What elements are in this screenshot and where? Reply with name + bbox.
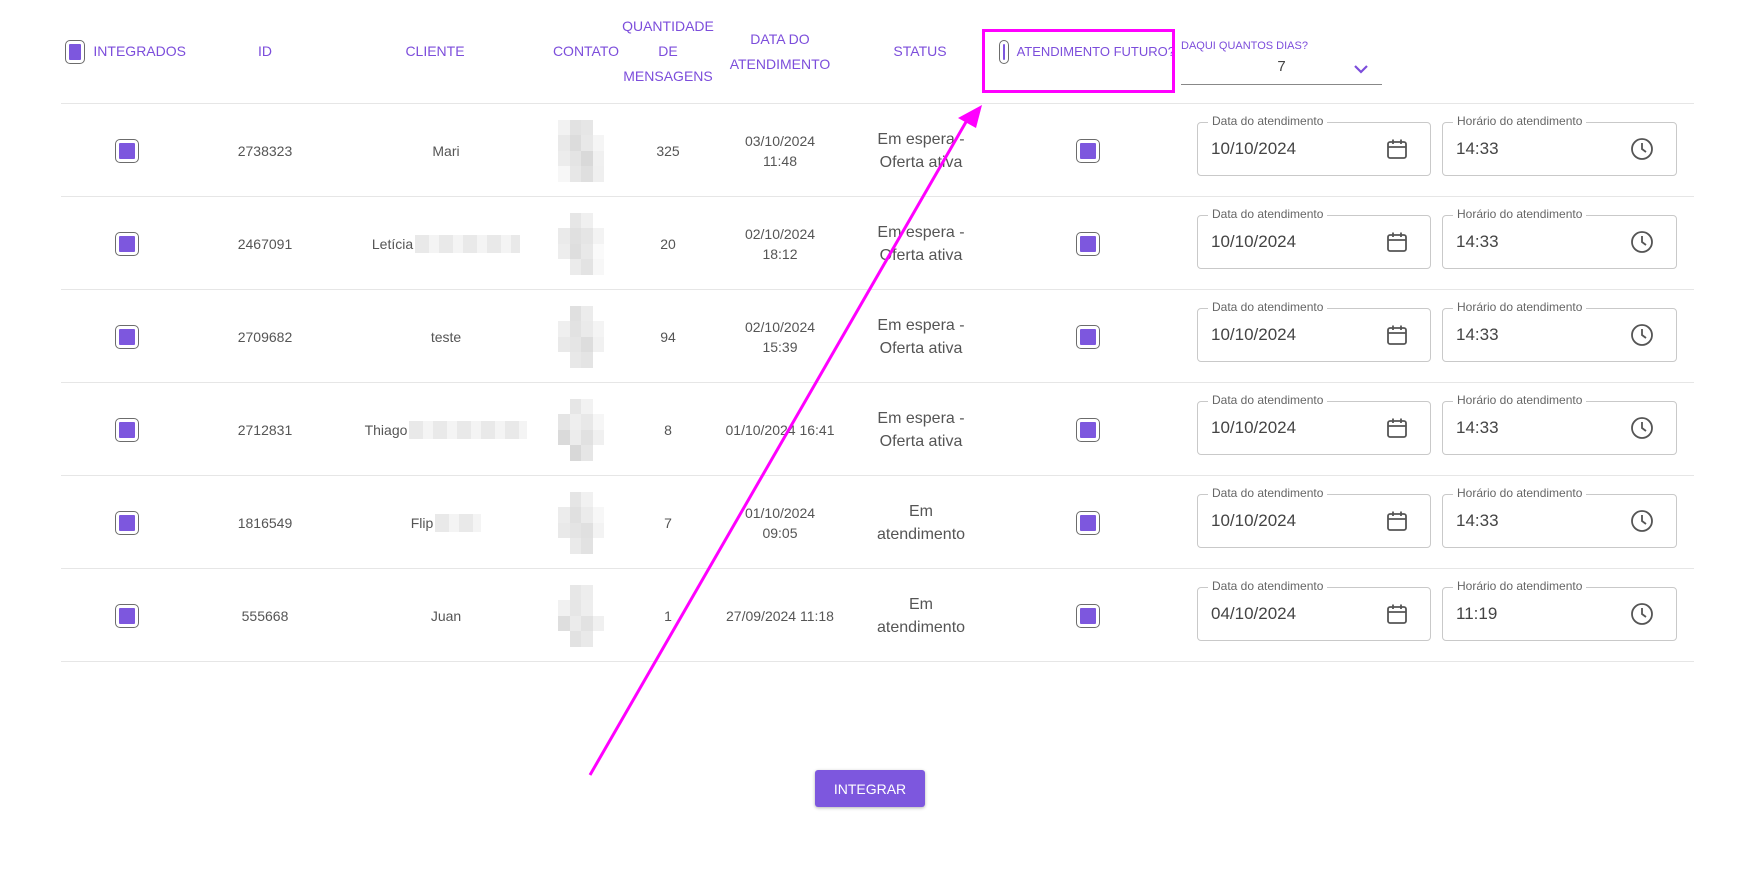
- annotation-arrow: [588, 105, 982, 776]
- annotation-arrow-head: [958, 105, 982, 128]
- annotation-arrow-line: [588, 114, 972, 776]
